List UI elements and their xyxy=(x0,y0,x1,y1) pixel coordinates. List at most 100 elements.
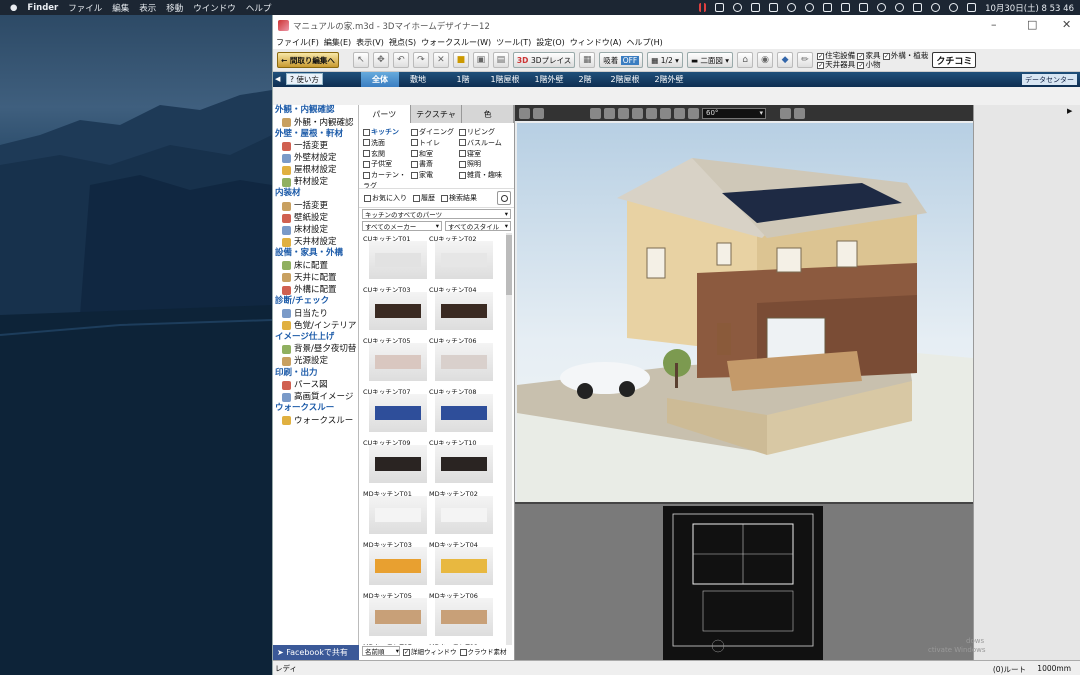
menubar-view[interactable]: 表示 xyxy=(139,2,156,14)
open-folder-icon[interactable]: ■ xyxy=(452,52,469,68)
zoom-out-icon[interactable] xyxy=(632,107,643,119)
collapse-right-icon[interactable]: ▶ xyxy=(1067,107,1072,115)
zoom-in-icon[interactable] xyxy=(618,107,629,119)
check-exterior[interactable]: ✓ 外構・植栽 xyxy=(882,51,928,60)
dropbox-icon[interactable] xyxy=(715,3,725,12)
display-icon[interactable] xyxy=(823,3,833,12)
rotate-icon[interactable] xyxy=(660,107,671,119)
search-icon[interactable] xyxy=(497,191,511,205)
menu-settings[interactable]: 設定(O) xyxy=(536,37,565,48)
input-method-icon[interactable] xyxy=(859,3,869,12)
sidebar-item[interactable]: 床に配置 xyxy=(273,260,358,272)
sidebar-item[interactable]: 外壁材設定 xyxy=(273,152,358,164)
how-to-use-button[interactable]: ? 使い方 xyxy=(286,73,323,85)
undo-icon[interactable]: ↶ xyxy=(392,52,409,68)
category-item[interactable]: 子供室 xyxy=(363,159,411,170)
grid-scale-select[interactable]: ▦ 1/2 ▾ xyxy=(647,52,683,68)
plan-view-select[interactable]: ▬ 二面図 ▾ xyxy=(686,52,734,68)
part-item[interactable]: CUキッチンT08 xyxy=(429,386,495,436)
sidebar-item[interactable]: 外構に配置 xyxy=(273,284,358,296)
mirror-icon[interactable] xyxy=(841,3,851,12)
filter-search-results[interactable]: 検索結果 xyxy=(441,193,477,203)
sidebar-item[interactable]: 天井材設定 xyxy=(273,236,358,248)
tab-site[interactable]: 敷地 xyxy=(399,72,437,87)
sort-dropdown[interactable]: 名前順 ▾ xyxy=(362,646,400,656)
menu-view[interactable]: 表示(V) xyxy=(356,37,384,48)
menu-tools[interactable]: ツール(T) xyxy=(496,37,531,48)
battery-icon[interactable] xyxy=(913,3,923,12)
category-item[interactable]: キッチン xyxy=(363,127,411,138)
grid-icon[interactable]: ▦ xyxy=(579,52,596,68)
minimize-icon[interactable]: – xyxy=(991,18,997,31)
sidebar-item[interactable]: 一括変更 xyxy=(273,200,358,212)
sidebar-item[interactable]: 光源設定 xyxy=(273,355,358,367)
menu-file[interactable]: ファイル(F) xyxy=(276,37,319,48)
sidebar-item[interactable]: ウォークスルー xyxy=(273,415,358,427)
sun-icon[interactable] xyxy=(533,107,544,119)
redo-icon[interactable]: ↷ xyxy=(412,52,429,68)
menu-edit[interactable]: 編集(E) xyxy=(324,37,351,48)
translate-icon[interactable] xyxy=(751,3,761,12)
menu-viewpoint[interactable]: 視点(S) xyxy=(389,37,416,48)
print-icon[interactable]: ▤ xyxy=(492,52,509,68)
menubar-app-name[interactable]: Finder xyxy=(27,3,58,13)
spotlight-icon[interactable] xyxy=(949,3,959,12)
sidebar-item[interactable]: 背景/昼夕夜切替 xyxy=(273,343,358,355)
category-item[interactable]: ダイニング xyxy=(411,127,459,138)
tab-2f-roof[interactable]: 2階屋根 xyxy=(603,72,647,87)
screen-icon[interactable] xyxy=(769,3,779,12)
check-ceiling[interactable]: ✓ 天井器具 xyxy=(817,60,855,69)
sidebar-item[interactable]: 軒材設定 xyxy=(273,176,358,188)
category-item[interactable]: 家電 xyxy=(411,170,459,188)
2d-plan-view[interactable] xyxy=(515,502,973,660)
move-tool-icon[interactable]: ✥ xyxy=(372,52,389,68)
maker-dropdown[interactable]: すべてのメーカー ▾ xyxy=(362,221,442,231)
menubar-go[interactable]: 移動 xyxy=(166,2,183,14)
category-item[interactable]: 雑貨・趣味 xyxy=(459,170,507,188)
pan-icon[interactable] xyxy=(590,107,601,119)
part-item[interactable]: CUキッチンT04 xyxy=(429,284,495,334)
menubar-edit[interactable]: 編集 xyxy=(112,2,129,14)
parts-scrollbar[interactable] xyxy=(506,233,512,645)
menu-help[interactable]: ヘルプ(H) xyxy=(627,37,663,48)
madori-edit-button[interactable]: ← 間取り編集へ xyxy=(277,52,339,68)
sidebar-item[interactable]: 壁紙設定 xyxy=(273,212,358,224)
sidebar-item[interactable]: 日当たり xyxy=(273,308,358,320)
parts-color-icon[interactable]: ◆ xyxy=(777,52,794,68)
part-item[interactable]: MDキッチンT06 xyxy=(429,590,495,640)
fov-icon[interactable] xyxy=(688,107,699,119)
menubar-help[interactable]: ヘルプ xyxy=(246,2,272,14)
wifi-icon[interactable] xyxy=(931,3,941,12)
category-item[interactable]: 照明 xyxy=(459,159,507,170)
kuchikomi-button[interactable]: クチコミ xyxy=(932,52,977,68)
delete-icon[interactable]: ✕ xyxy=(432,52,449,68)
part-item[interactable]: CUキッチンT07 xyxy=(363,386,429,436)
category-item[interactable]: 洗面 xyxy=(363,138,411,149)
close-icon[interactable]: ✕ xyxy=(1062,18,1071,31)
part-item[interactable]: MDキッチンT04 xyxy=(429,539,495,589)
category-item[interactable]: 玄関 xyxy=(363,149,411,160)
up-down-icon[interactable] xyxy=(646,107,657,119)
part-item[interactable]: CUキッチンT03 xyxy=(363,284,429,334)
check-furniture[interactable]: ✓ 家具 xyxy=(857,51,880,60)
part-item[interactable]: MDキッチンT05 xyxy=(363,590,429,640)
tab-texture[interactable]: テクスチャ xyxy=(410,105,463,123)
menubar-file[interactable]: ファイル xyxy=(68,2,102,14)
category-item[interactable]: 書斎 xyxy=(411,159,459,170)
tab-1f-roof[interactable]: 1階屋根 xyxy=(483,72,527,87)
3d-view[interactable]: 60° ▾ xyxy=(515,105,973,519)
pointer-icon[interactable] xyxy=(794,107,805,119)
part-item[interactable]: CUキッチンT10 xyxy=(429,437,495,487)
tab-2f[interactable]: 2階 xyxy=(571,72,599,87)
facebook-share-button[interactable]: ➤ Facebookで共有 xyxy=(273,645,359,660)
sidebar-item[interactable]: 屋根材設定 xyxy=(273,164,358,176)
tab-parts[interactable]: パーツ xyxy=(359,105,411,123)
apple-icon[interactable]: ● xyxy=(10,3,17,13)
menu-walkthrough[interactable]: ウォークスルー(W) xyxy=(421,37,491,48)
part-item[interactable]: MDキッチンT03 xyxy=(363,539,429,589)
airplay-icon[interactable] xyxy=(805,3,815,12)
view-angle-select[interactable]: 60° ▾ xyxy=(702,107,766,119)
snap-toggle[interactable]: 吸着 OFF xyxy=(599,52,644,68)
save-icon[interactable]: ▣ xyxy=(472,52,489,68)
style-dropdown[interactable]: すべてのスタイル ▾ xyxy=(445,221,511,231)
